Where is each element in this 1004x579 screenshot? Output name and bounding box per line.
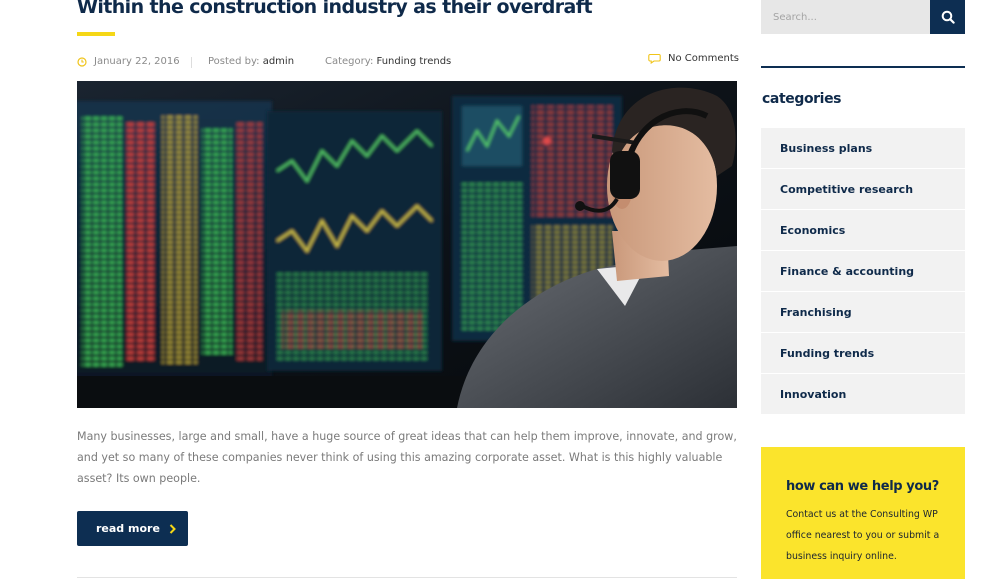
post-excerpt: Many businesses, large and small, have a… (77, 430, 737, 485)
category-item-economics[interactable]: Economics (761, 210, 965, 250)
title-underline (77, 32, 115, 36)
comment-icon (648, 53, 661, 64)
post-featured-image[interactable] (77, 81, 737, 408)
clock-icon (77, 56, 87, 67)
comments-text: No Comments (668, 53, 739, 64)
read-more-button[interactable]: read more (77, 511, 188, 546)
search-icon (941, 10, 955, 24)
category-item-competitive-research[interactable]: Competitive research (761, 169, 965, 209)
sidebar-divider (761, 66, 965, 68)
comments-link[interactable]: No Comments (648, 53, 739, 64)
categories-list: Business plans Competitive research Econ… (761, 128, 965, 415)
category-label: Category: (325, 56, 374, 67)
category-item-funding-trends[interactable]: Funding trends (761, 333, 965, 373)
category-item-business-plans[interactable]: Business plans (761, 128, 965, 168)
post-category: Category: Funding trends (325, 56, 451, 67)
author-link[interactable]: admin (263, 56, 294, 67)
read-more-label: read more (96, 522, 160, 535)
post-title[interactable]: Within the construction industry as thei… (77, 0, 757, 18)
search-input[interactable] (761, 0, 930, 34)
chevron-right-icon (169, 523, 176, 534)
categories-heading: categories (762, 91, 842, 107)
post-author: Posted by: admin (208, 56, 294, 67)
trader-at-monitors-icon (77, 81, 737, 408)
help-box: how can we help you? Contact us at the C… (761, 447, 965, 579)
post-date-text: January 22, 2016 (94, 56, 180, 67)
search-button[interactable] (930, 0, 965, 34)
category-link[interactable]: Funding trends (377, 56, 452, 67)
category-item-innovation[interactable]: Innovation (761, 374, 965, 414)
post-date: January 22, 2016 (77, 56, 180, 67)
category-item-finance-accounting[interactable]: Finance & accounting (761, 251, 965, 291)
post-divider (77, 577, 737, 578)
meta-divider (191, 57, 192, 68)
help-text: Contact us at the Consulting WP office n… (786, 509, 940, 562)
category-item-franchising[interactable]: Franchising (761, 292, 965, 332)
help-title: how can we help you? (786, 479, 939, 494)
posted-by-label: Posted by: (208, 56, 260, 67)
